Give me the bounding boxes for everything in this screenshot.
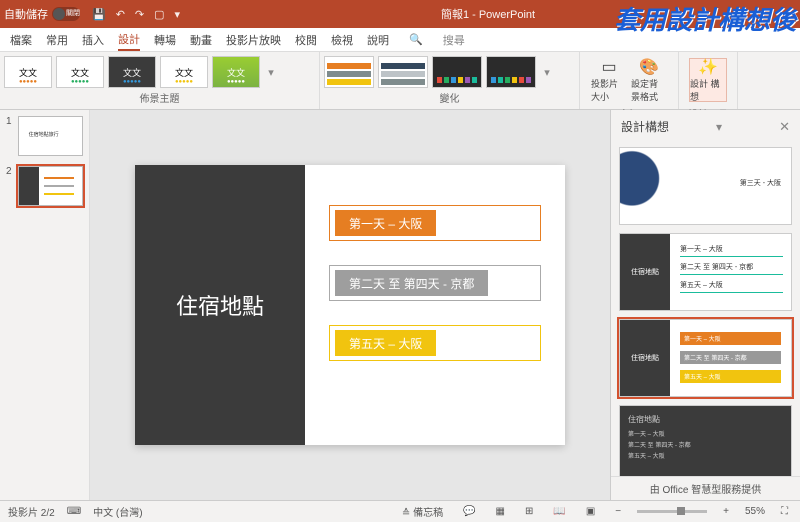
slide-bullet[interactable]: 第五天 – 大阪: [329, 325, 541, 361]
zoom-slider[interactable]: [637, 510, 707, 513]
language-label[interactable]: 中文 (台灣): [93, 504, 142, 519]
design-ideas-button[interactable]: ✨設計 構想: [689, 58, 727, 102]
variants-group-label: 變化: [324, 88, 575, 105]
comments-button[interactable]: 💬: [459, 506, 479, 517]
zoom-out-button[interactable]: −: [611, 506, 625, 517]
title-bar: 自動儲存 關閉 💾 ↶ ↷ ▢ ▾ 簡報1 - PowerPoint: [0, 0, 800, 28]
reading-view-icon[interactable]: 📖: [549, 506, 569, 517]
design-idea[interactable]: 住宿地點 第一天 – 大阪第二天 至 第四天 - 京都第五天 – 大阪: [619, 319, 792, 397]
zoom-level[interactable]: 55%: [745, 506, 765, 517]
design-ideas-pane: 設計構想 ▾ ✕ 第三天 - 大阪 住宿地點 第一天 – 大阪第二天 至 第四天…: [610, 110, 800, 500]
variant-thumb[interactable]: [324, 56, 374, 88]
slide-thumbnail[interactable]: 2: [6, 166, 83, 206]
variants-more-icon[interactable]: ▾: [540, 66, 554, 79]
slideshow-view-icon[interactable]: ▣: [582, 506, 599, 517]
notes-button[interactable]: ≙ 備忘稿: [398, 504, 447, 519]
workspace: 1 住宿地點旅行 2 住宿地點 第一天 – 大阪 第二天 至 第四天 - 京都 …: [0, 110, 800, 500]
themes-group-label: 佈景主題: [4, 88, 315, 105]
status-bar: 投影片 2/2 ⌨ 中文 (台灣) ≙ 備忘稿 💬 ▦ ⊞ 📖 ▣ − + 55…: [0, 500, 800, 522]
document-title: 簡報1 - PowerPoint: [180, 6, 796, 22]
save-icon[interactable]: 💾: [92, 8, 106, 21]
slide-canvas[interactable]: 住宿地點 第一天 – 大阪 第二天 至 第四天 - 京都 第五天 – 大阪: [90, 110, 610, 500]
sorter-view-icon[interactable]: ⊞: [521, 506, 537, 517]
design-idea[interactable]: 住宿地點 第一天 – 大阪第二天 至 第四天 - 京都第五天 – 大阪: [619, 405, 792, 476]
theme-thumb[interactable]: 文文●●●●●: [4, 56, 52, 88]
zoom-in-button[interactable]: +: [719, 506, 733, 517]
theme-thumb[interactable]: 文文●●●●●: [108, 56, 156, 88]
slide-size-icon: ▭: [601, 57, 616, 77]
pane-dropdown-icon[interactable]: ▾: [716, 120, 722, 134]
theme-thumb[interactable]: 文文●●●●●: [160, 56, 208, 88]
tab-animation[interactable]: 動畫: [190, 30, 212, 50]
slide-bullet[interactable]: 第二天 至 第四天 - 京都: [329, 265, 541, 301]
tab-slideshow[interactable]: 投影片放映: [226, 30, 281, 50]
pane-footer: 由 Office 智慧型服務提供: [611, 476, 800, 500]
slide-size-button[interactable]: ▭投影片 大小: [590, 58, 628, 102]
tab-insert[interactable]: 插入: [82, 30, 104, 50]
tab-view[interactable]: 檢視: [331, 30, 353, 50]
search-icon[interactable]: 🔍: [409, 33, 423, 46]
menu-bar: 檔案 常用 插入 設計 轉場 動畫 投影片放映 校閱 檢視 說明 🔍 搜尋: [0, 28, 800, 52]
pane-title: 設計構想: [621, 118, 669, 135]
undo-icon[interactable]: ↶: [116, 8, 125, 21]
slide-title[interactable]: 住宿地點: [135, 165, 305, 445]
variant-thumb[interactable]: [432, 56, 482, 88]
format-bg-icon: 🎨: [639, 57, 659, 77]
slide-thumbnail-panel: 1 住宿地點旅行 2: [0, 110, 90, 500]
ribbon: 文文●●●●● 文文●●●●● 文文●●●●● 文文●●●●● 文文●●●●● …: [0, 52, 800, 110]
theme-thumb[interactable]: 文文●●●●●: [56, 56, 104, 88]
variant-thumb[interactable]: [486, 56, 536, 88]
redo-icon[interactable]: ↷: [135, 8, 144, 21]
current-slide: 住宿地點 第一天 – 大阪 第二天 至 第四天 - 京都 第五天 – 大阪: [135, 165, 565, 445]
close-pane-icon[interactable]: ✕: [779, 119, 790, 135]
format-background-button[interactable]: 🎨設定背 景格式: [630, 58, 668, 102]
tab-transition[interactable]: 轉場: [154, 30, 176, 50]
variant-thumb[interactable]: [378, 56, 428, 88]
tab-file[interactable]: 檔案: [10, 30, 32, 50]
search-label[interactable]: 搜尋: [443, 32, 465, 48]
themes-more-icon[interactable]: ▾: [264, 66, 278, 79]
tab-help[interactable]: 說明: [367, 30, 389, 50]
start-slideshow-icon[interactable]: ▢: [154, 8, 164, 21]
tab-review[interactable]: 校閱: [295, 30, 317, 50]
autosave-toggle[interactable]: 關閉: [52, 7, 80, 21]
language-icon: ⌨: [67, 506, 81, 517]
design-ideas-icon: ✨: [698, 57, 718, 77]
design-idea[interactable]: 住宿地點 第一天 – 大阪第二天 至 第四天 - 京都第五天 – 大阪: [619, 233, 792, 311]
tab-home[interactable]: 常用: [46, 30, 68, 50]
autosave-group: 自動儲存 關閉: [4, 6, 80, 22]
theme-thumb[interactable]: 文文●●●●●: [212, 56, 260, 88]
design-idea[interactable]: 第三天 - 大阪: [619, 147, 792, 225]
fit-to-window-icon[interactable]: ⛶: [777, 506, 792, 517]
slide-thumbnail[interactable]: 1 住宿地點旅行: [6, 116, 83, 156]
slide-bullet[interactable]: 第一天 – 大阪: [329, 205, 541, 241]
normal-view-icon[interactable]: ▦: [492, 506, 509, 517]
slide-counter[interactable]: 投影片 2/2: [8, 504, 55, 519]
tab-design[interactable]: 設計: [118, 29, 140, 51]
autosave-label: 自動儲存: [4, 6, 48, 22]
